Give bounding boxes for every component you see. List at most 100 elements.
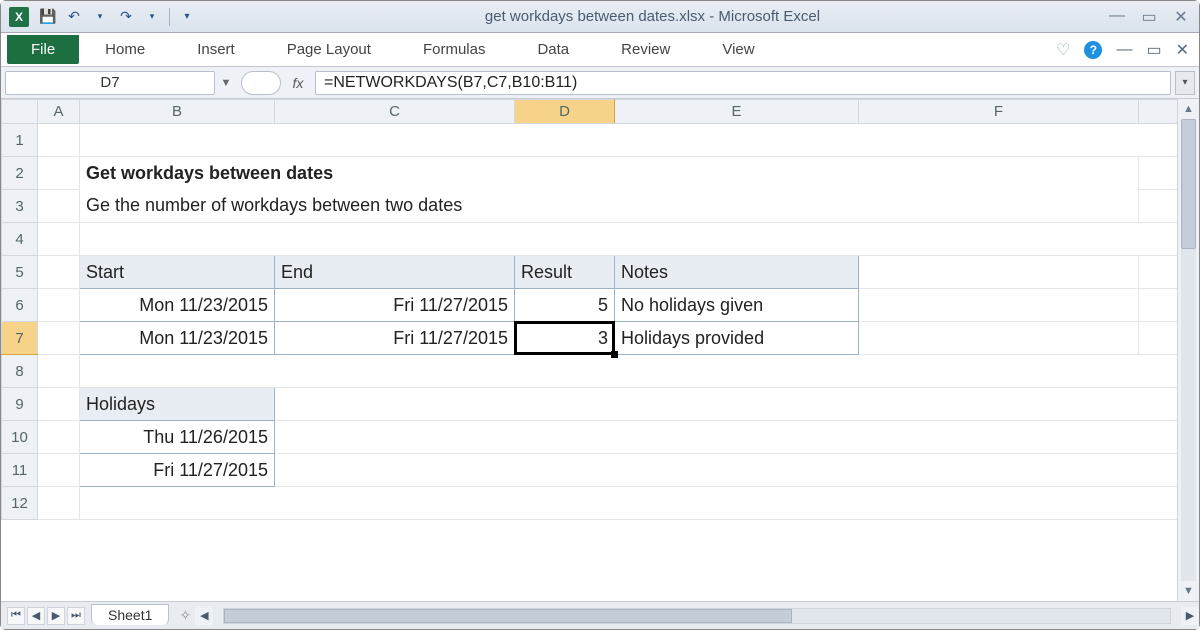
row-header-2[interactable]: 2 (2, 157, 38, 190)
vscroll-track[interactable] (1181, 119, 1196, 581)
col-header-E[interactable]: E (615, 100, 859, 124)
row-12: 12 (2, 487, 1189, 520)
cell-E6[interactable]: No holidays given (615, 289, 859, 322)
row-1: 1 (2, 124, 1189, 157)
cell-subtitle[interactable]: Ge the number of workdays between two da… (80, 190, 1139, 223)
tab-home[interactable]: Home (79, 33, 171, 66)
cell-C6[interactable]: Fri 11/27/2015 (275, 289, 515, 322)
row-7: 7 Mon 11/23/2015 Fri 11/27/2015 3 Holida… (2, 322, 1189, 355)
sheet-nav-last-icon[interactable]: ⏭ (67, 607, 85, 625)
tab-view[interactable]: View (696, 33, 780, 66)
qat-customize-icon[interactable]: ▾ (176, 6, 198, 28)
quick-access-toolbar: 💾 ↶ ▾ ↷ ▾ ▾ (37, 6, 198, 28)
formula-expand-icon[interactable]: ▾ (1175, 71, 1195, 95)
cell-E5[interactable]: Notes (615, 256, 859, 289)
sheet-nav-next-icon[interactable]: ▶ (47, 607, 65, 625)
ribbon-minimize-icon[interactable]: ♡ (1056, 40, 1070, 60)
window-controls: ― ▭ ✕ (1107, 7, 1191, 27)
formula-bar: fx =NETWORKDAYS(B7,C7,B10:B11) ▾ (241, 71, 1195, 95)
col-header-C[interactable]: C (275, 100, 515, 124)
row-header-11[interactable]: 11 (2, 454, 38, 487)
restore-icon[interactable]: ▭ (1139, 7, 1159, 27)
redo-icon[interactable]: ↷ (115, 6, 137, 28)
help-icon[interactable]: ? (1084, 41, 1102, 59)
ribbon-tabs: File Home Insert Page Layout Formulas Da… (1, 33, 1199, 67)
cell-B11[interactable]: Fri 11/27/2015 (80, 454, 275, 487)
cell-D6[interactable]: 5 (515, 289, 615, 322)
window-title: get workdays between dates.xlsx - Micros… (206, 8, 1099, 25)
row-header-1[interactable]: 1 (2, 124, 38, 157)
cancel-enter-area[interactable] (241, 71, 281, 95)
cell-B10[interactable]: Thu 11/26/2015 (80, 421, 275, 454)
qat-separator (169, 8, 170, 26)
tab-insert[interactable]: Insert (171, 33, 261, 66)
row-8: 8 (2, 355, 1189, 388)
cell-C7[interactable]: Fri 11/27/2015 (275, 322, 515, 355)
cell-B5[interactable]: Start (80, 256, 275, 289)
row-header-12[interactable]: 12 (2, 487, 38, 520)
hscroll-right-icon[interactable]: ▶ (1181, 607, 1199, 625)
redo-dropdown-icon[interactable]: ▾ (141, 6, 163, 28)
row-header-4[interactable]: 4 (2, 223, 38, 256)
vertical-scrollbar[interactable]: ▲ ▼ (1177, 99, 1199, 601)
file-tab[interactable]: File (7, 35, 79, 64)
fx-label-icon[interactable]: fx (285, 75, 311, 91)
scroll-down-icon[interactable]: ▼ (1178, 581, 1199, 601)
save-icon[interactable]: 💾 (37, 6, 59, 28)
sheet-tab-sheet1[interactable]: Sheet1 (91, 604, 169, 625)
app-name: Microsoft Excel (718, 8, 820, 25)
vscroll-thumb[interactable] (1181, 119, 1196, 249)
sheet-nav-prev-icon[interactable]: ◀ (27, 607, 45, 625)
cell-E7[interactable]: Holidays provided (615, 322, 859, 355)
cell-C5[interactable]: End (275, 256, 515, 289)
hscroll-left-icon[interactable]: ◀ (195, 607, 213, 625)
col-header-A[interactable]: A (38, 100, 80, 124)
ribbon-right: ♡ ? ― ▭ ✕ (1056, 33, 1199, 66)
hscroll-thumb[interactable] (224, 609, 791, 623)
worksheet-grid[interactable]: A B C D E F 1 2 Get workdays between dat… (1, 99, 1199, 601)
row-11: 11 Fri 11/27/2015 (2, 454, 1189, 487)
row-header-6[interactable]: 6 (2, 289, 38, 322)
row-header-8[interactable]: 8 (2, 355, 38, 388)
title-bar: X 💾 ↶ ▾ ↷ ▾ ▾ get workdays between dates… (1, 1, 1199, 33)
col-header-F[interactable]: F (859, 100, 1139, 124)
close-icon[interactable]: ✕ (1171, 7, 1191, 27)
select-all-corner[interactable] (2, 100, 38, 124)
horizontal-scrollbar[interactable] (223, 608, 1171, 624)
row-6: 6 Mon 11/23/2015 Fri 11/27/2015 5 No hol… (2, 289, 1189, 322)
row-header-9[interactable]: 9 (2, 388, 38, 421)
cell-B7[interactable]: Mon 11/23/2015 (80, 322, 275, 355)
sheet-nav-first-icon[interactable]: ⏮ (7, 607, 25, 625)
col-header-D[interactable]: D (515, 100, 615, 124)
row-4: 4 (2, 223, 1189, 256)
name-box[interactable]: D7 (5, 71, 215, 95)
cell-title[interactable]: Get workdays between dates (80, 157, 1139, 190)
row-header-5[interactable]: 5 (2, 256, 38, 289)
row-header-10[interactable]: 10 (2, 421, 38, 454)
cell-D5[interactable]: Result (515, 256, 615, 289)
sheet-nav-buttons: ⏮ ◀ ▶ ⏭ (1, 607, 91, 625)
sheet-table: A B C D E F 1 2 Get workdays between dat… (1, 99, 1189, 520)
doc-minimize-icon[interactable]: ― (1116, 41, 1132, 59)
tab-data[interactable]: Data (511, 33, 595, 66)
excel-logo-icon: X (9, 7, 29, 27)
col-header-B[interactable]: B (80, 100, 275, 124)
minimize-icon[interactable]: ― (1107, 7, 1127, 27)
doc-close-icon[interactable]: ✕ (1176, 40, 1189, 60)
tab-formulas[interactable]: Formulas (397, 33, 512, 66)
row-header-3[interactable]: 3 (2, 190, 38, 223)
row-header-7[interactable]: 7 (2, 322, 38, 355)
tab-page-layout[interactable]: Page Layout (261, 33, 397, 66)
cell-B9[interactable]: Holidays (80, 388, 275, 421)
row-2: 2 Get workdays between dates (2, 157, 1189, 190)
scroll-up-icon[interactable]: ▲ (1178, 99, 1199, 119)
tab-review[interactable]: Review (595, 33, 696, 66)
undo-icon[interactable]: ↶ (63, 6, 85, 28)
undo-dropdown-icon[interactable]: ▾ (89, 6, 111, 28)
cell-D7-selected[interactable]: 3 (515, 322, 615, 355)
cell-B6[interactable]: Mon 11/23/2015 (80, 289, 275, 322)
doc-restore-icon[interactable]: ▭ (1146, 40, 1161, 60)
formula-input[interactable]: =NETWORKDAYS(B7,C7,B10:B11) (315, 71, 1171, 95)
name-box-dropdown-icon[interactable]: ▼ (217, 71, 235, 95)
new-sheet-icon[interactable]: ✧ (175, 607, 195, 625)
